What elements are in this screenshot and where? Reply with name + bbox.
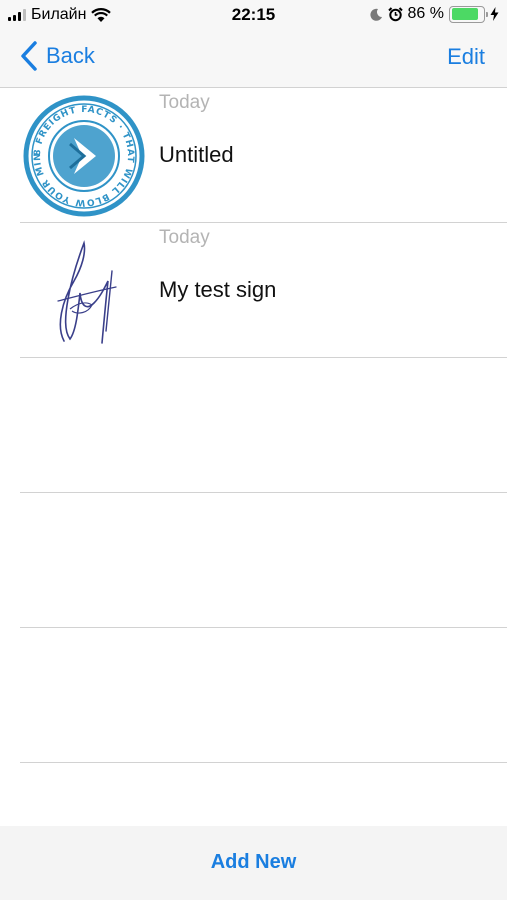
battery-fill bbox=[451, 8, 479, 20]
status-bar: Билайн 22:15 86 % bbox=[0, 0, 507, 30]
back-label: Back bbox=[46, 43, 95, 68]
moon-icon bbox=[369, 8, 382, 21]
battery-icon bbox=[449, 5, 488, 23]
signature-image bbox=[57, 240, 117, 344]
status-right: 86 % bbox=[369, 5, 499, 23]
empty-row bbox=[0, 628, 507, 763]
stamp-thumbnail: 8 FREIGHT FACTS · THAT WILL BLOW YOUR MI… bbox=[20, 92, 148, 220]
chevron-left-icon bbox=[21, 41, 37, 71]
empty-row bbox=[0, 358, 507, 493]
charging-icon bbox=[490, 7, 499, 21]
row-divider bbox=[20, 762, 507, 763]
signature-thumbnail bbox=[20, 227, 148, 355]
list-item[interactable]: Today My test sign bbox=[0, 223, 507, 358]
signature-list: 8 FREIGHT FACTS · THAT WILL BLOW YOUR MI… bbox=[0, 88, 507, 763]
item-title: Untitled bbox=[159, 142, 234, 167]
battery-percent: 86 % bbox=[407, 5, 444, 22]
bottom-toolbar: Add New bbox=[0, 826, 507, 900]
item-title: My test sign bbox=[159, 277, 277, 302]
list-item[interactable]: 8 FREIGHT FACTS · THAT WILL BLOW YOUR MI… bbox=[0, 88, 507, 223]
back-button[interactable]: Back bbox=[20, 40, 95, 72]
stamp-image: 8 FREIGHT FACTS · THAT WILL BLOW YOUR MI… bbox=[22, 94, 145, 217]
edit-button[interactable]: Edit bbox=[447, 44, 485, 70]
empty-row bbox=[0, 493, 507, 628]
item-date: Today bbox=[159, 227, 210, 248]
add-new-button[interactable]: Add New bbox=[0, 851, 507, 874]
alarm-icon bbox=[387, 6, 403, 21]
item-date: Today bbox=[159, 92, 210, 113]
navigation-bar: Back Edit bbox=[0, 30, 507, 88]
